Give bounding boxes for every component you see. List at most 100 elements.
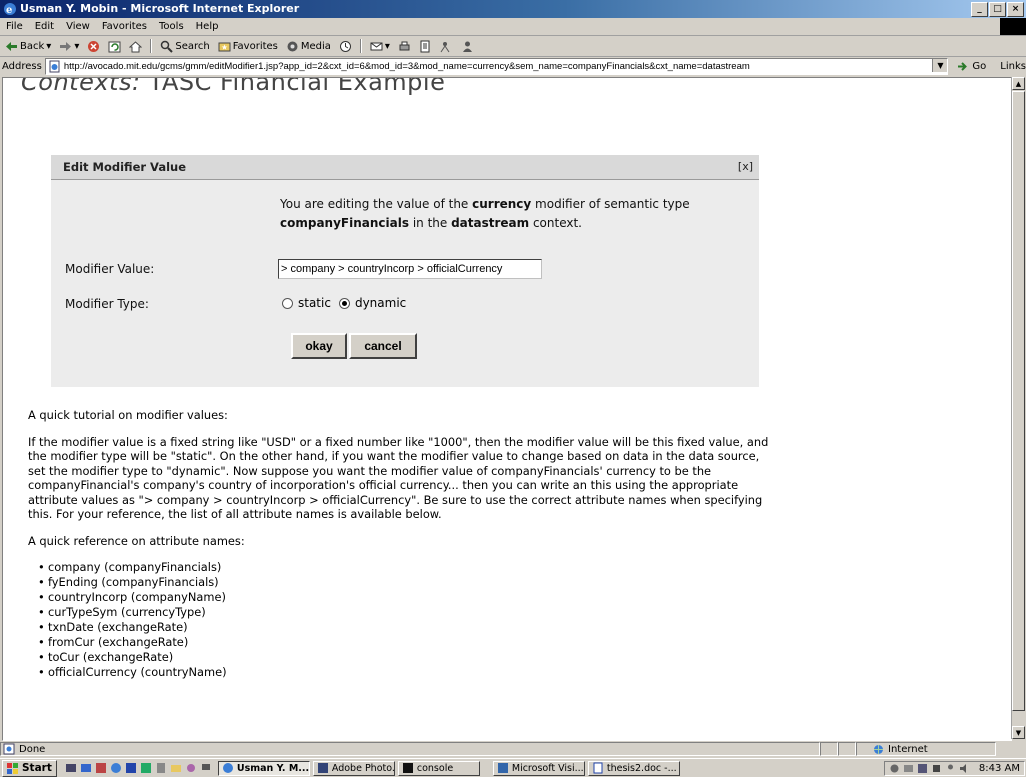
- menu-view[interactable]: View: [60, 21, 96, 32]
- menu-file[interactable]: File: [0, 21, 29, 32]
- dynamic-radio-label[interactable]: dynamic: [355, 296, 406, 310]
- favorites-button[interactable]: Favorites: [215, 40, 281, 53]
- go-button[interactable]: Go: [956, 60, 986, 73]
- toolbar-separator: [150, 39, 153, 53]
- minimize-button[interactable]: _: [971, 2, 988, 17]
- edit-page-button[interactable]: [416, 40, 435, 53]
- tray-volume-icon[interactable]: [959, 763, 970, 774]
- word-document-icon: [593, 762, 603, 774]
- go-arrow-icon: [958, 62, 968, 71]
- security-zone-text: Internet: [888, 743, 928, 755]
- outlook-icon[interactable]: [80, 762, 92, 774]
- task-thesis-doc[interactable]: thesis2.doc -...: [587, 760, 680, 776]
- dynamic-radio[interactable]: [338, 297, 350, 309]
- svg-text:e: e: [6, 5, 12, 16]
- reference-heading: A quick reference on attribute names:: [28, 533, 245, 548]
- forward-dropdown-icon[interactable]: ▾: [74, 41, 79, 52]
- media-icon: [287, 41, 298, 51]
- windows-logo-throbber-icon: [1000, 18, 1026, 35]
- attribute-list: company (companyFinancials) fyEnding (co…: [28, 560, 773, 680]
- menu-help[interactable]: Help: [190, 21, 225, 32]
- refresh-button[interactable]: [105, 40, 124, 53]
- media-button[interactable]: Media: [283, 40, 334, 53]
- internet-explorer-icon[interactable]: [110, 762, 122, 774]
- home-icon: [129, 40, 143, 52]
- attribute-item: fromCur (exchangeRate): [38, 635, 773, 650]
- mail-button[interactable]: ▾: [367, 40, 393, 53]
- windows-taskbar: Start Usman Y. M... Adobe Photo... conso…: [0, 758, 1026, 777]
- scrollbar-thumb[interactable]: [1012, 91, 1025, 711]
- tray-network-icon[interactable]: [917, 763, 928, 774]
- print-button[interactable]: [395, 40, 414, 53]
- intro-part-1: You are editing the value of the: [280, 197, 473, 211]
- close-button[interactable]: ×: [1007, 2, 1024, 17]
- address-input[interactable]: http://avocado.mit.edu/gcms/gmm/editModi…: [44, 58, 949, 75]
- menu-tools[interactable]: Tools: [153, 21, 190, 32]
- windows-logo-icon: [7, 762, 18, 774]
- address-dropdown-icon[interactable]: ▼: [932, 59, 948, 72]
- task-internet-explorer[interactable]: Usman Y. M...: [217, 760, 310, 776]
- modifier-type-radio-group: static dynamic: [280, 296, 406, 310]
- task-adobe-photoshop[interactable]: Adobe Photo...: [312, 760, 395, 776]
- task-label: thesis2.doc -...: [606, 762, 677, 774]
- task-label: Adobe Photo...: [331, 762, 395, 774]
- refresh-icon: [108, 41, 121, 52]
- calculator-icon[interactable]: [155, 762, 167, 774]
- tray-app-icon[interactable]: [889, 763, 900, 774]
- discuss-button[interactable]: [437, 40, 456, 53]
- task-label: Usman Y. M...: [236, 762, 310, 774]
- back-label: Back: [20, 40, 45, 52]
- security-zone-panel: Internet: [856, 742, 996, 756]
- attribute-item: company (companyFinancials): [38, 560, 773, 575]
- attribute-item: toCur (exchangeRate): [38, 650, 773, 665]
- attribute-item: curTypeSym (currencyType): [38, 605, 773, 620]
- tray-user-icon[interactable]: [945, 763, 956, 774]
- status-panel: [820, 742, 838, 756]
- internet-explorer-icon: [222, 763, 233, 773]
- dialog-close-button[interactable]: [x]: [738, 160, 753, 173]
- scroll-down-arrow-icon[interactable]: ▼: [1012, 726, 1025, 739]
- explorer-icon[interactable]: [170, 762, 182, 774]
- modifier-value-input[interactable]: > company > countryIncorp > officialCurr…: [278, 259, 542, 279]
- history-button[interactable]: [336, 40, 355, 53]
- start-button[interactable]: Start: [2, 759, 57, 777]
- powerpoint-icon[interactable]: [95, 762, 107, 774]
- attribute-item: countryIncorp (companyName): [38, 590, 773, 605]
- search-button[interactable]: Search: [157, 40, 212, 53]
- stop-button[interactable]: [84, 40, 103, 53]
- tray-app-icon[interactable]: [903, 763, 914, 774]
- mail-dropdown-icon[interactable]: ▾: [385, 41, 390, 52]
- task-console[interactable]: console: [397, 760, 480, 776]
- scroll-up-arrow-icon[interactable]: ▲: [1012, 77, 1025, 90]
- show-desktop-icon[interactable]: [65, 762, 77, 774]
- menu-edit[interactable]: Edit: [29, 21, 60, 32]
- clock[interactable]: 8:43 AM: [979, 763, 1020, 774]
- intro-part-3: in the: [409, 216, 452, 230]
- links-button[interactable]: Links: [1000, 61, 1026, 72]
- paint-icon[interactable]: [185, 762, 197, 774]
- page-heading: Contexts: TASC Financial Example: [21, 78, 445, 96]
- back-dropdown-icon[interactable]: ▾: [46, 41, 51, 52]
- vertical-scrollbar[interactable]: ▲ ▼: [1011, 77, 1025, 739]
- excel-icon[interactable]: [140, 762, 152, 774]
- static-radio[interactable]: [282, 297, 293, 309]
- network-icon[interactable]: [200, 762, 212, 774]
- intro-part-4: context.: [529, 216, 582, 230]
- forward-button[interactable]: ▾: [56, 40, 82, 53]
- okay-button[interactable]: okay: [291, 333, 347, 359]
- maximize-button[interactable]: □: [989, 2, 1006, 17]
- back-button[interactable]: Back ▾: [2, 40, 54, 53]
- window-title-bar[interactable]: e Usman Y. Mobin - Microsoft Internet Ex…: [0, 0, 1026, 18]
- task-microsoft-visio[interactable]: Microsoft Visi...: [492, 760, 585, 776]
- static-radio-label[interactable]: static: [298, 296, 331, 310]
- messenger-button[interactable]: [458, 40, 477, 53]
- forward-arrow-icon: [60, 41, 72, 51]
- menu-favorites[interactable]: Favorites: [96, 21, 153, 32]
- tray-app-icon[interactable]: [931, 763, 942, 774]
- cancel-button[interactable]: cancel: [349, 333, 417, 359]
- home-button[interactable]: [126, 40, 145, 53]
- stop-icon: [88, 40, 100, 52]
- word-icon[interactable]: [125, 762, 137, 774]
- internet-explorer-icon: e: [4, 3, 16, 16]
- task-label: Microsoft Visi...: [511, 762, 584, 774]
